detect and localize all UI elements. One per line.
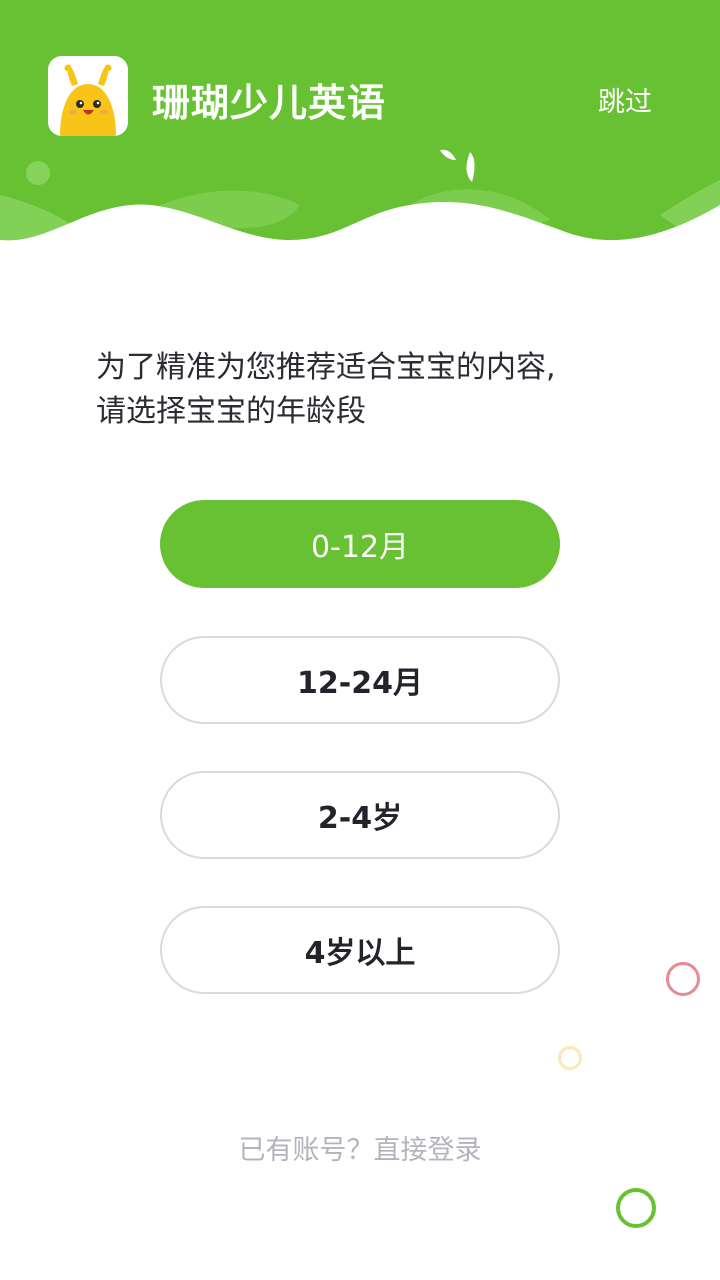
age-option-label: 0-12月: [310, 530, 410, 565]
age-option-2-4-years[interactable]: 2-4岁: [160, 771, 560, 859]
app-logo: [48, 56, 128, 136]
prompt-line-2: 请选择宝宝的年龄段: [96, 394, 366, 429]
app-title: 珊瑚少儿英语: [152, 81, 387, 125]
age-select-screen: 珊瑚少儿英语 跳过 为了精准为您推荐适合宝宝的内容, 请选择宝宝的年龄段 0-1…: [0, 0, 720, 1280]
decor-ring-green: [616, 1188, 656, 1228]
age-option-label: 12-24月: [297, 666, 423, 701]
login-link[interactable]: 已有账号？直接登录: [0, 1128, 720, 1167]
age-option-label: 4岁以上: [304, 936, 416, 971]
age-option-4-plus-years[interactable]: 4岁以上: [160, 906, 560, 994]
age-option-12-24-months[interactable]: 12-24月: [160, 636, 560, 724]
age-option-0-12-months[interactable]: 0-12月: [160, 500, 560, 588]
mascot-icon: [48, 56, 128, 136]
decor-ring-cream: [558, 1046, 582, 1070]
header: 珊瑚少儿英语 跳过: [0, 0, 720, 250]
prompt-line-1: 为了精准为您推荐适合宝宝的内容,: [96, 350, 556, 385]
age-option-label: 2-4岁: [317, 801, 403, 836]
decor-ring-pink: [666, 962, 700, 996]
skip-button[interactable]: 跳过: [598, 80, 652, 119]
age-prompt: 为了精准为您推荐适合宝宝的内容, 请选择宝宝的年龄段: [96, 346, 656, 434]
